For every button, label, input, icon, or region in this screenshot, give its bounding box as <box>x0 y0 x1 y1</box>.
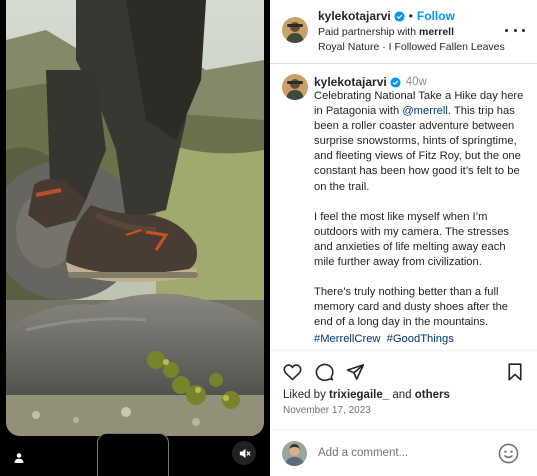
verified-badge-icon <box>390 76 401 88</box>
post-side-panel: kylekotajarvi • Follow Paid partnership … <box>270 0 537 476</box>
user-tag-icon <box>14 453 24 463</box>
mute-button[interactable] <box>232 441 256 465</box>
comment-button[interactable] <box>313 361 335 383</box>
device-frame-cutout <box>97 433 169 476</box>
audio-track[interactable]: Royal Nature · I Followed Fallen Leaves <box>318 41 505 53</box>
hashtag-list: #MerrellCrew #GoodThings <box>314 333 457 345</box>
smiley-icon <box>498 443 519 464</box>
author-username[interactable]: kylekotajarvi <box>318 9 391 23</box>
caption-section: kylekotajarvi 40w Celebrating National T… <box>270 65 537 355</box>
post-header: kylekotajarvi • Follow Paid partnership … <box>270 0 537 64</box>
bookmark-icon <box>508 363 522 381</box>
caption-author-avatar[interactable] <box>282 74 308 100</box>
author-avatar[interactable] <box>282 17 308 43</box>
header-author-line: kylekotajarvi • Follow <box>318 9 455 23</box>
like-button[interactable] <box>281 361 303 383</box>
comment-bubble-icon <box>315 363 334 381</box>
mention-link[interactable]: @merrell <box>402 105 448 117</box>
post-media[interactable] <box>0 0 270 476</box>
avatar-image <box>282 441 307 466</box>
caption-paragraph-1: Celebrating National Take a Hike day her… <box>314 90 524 193</box>
user-tag-button[interactable] <box>8 447 30 469</box>
heart-icon <box>283 364 301 381</box>
caption-header: kylekotajarvi 40w <box>314 75 427 89</box>
separator-dot: • <box>408 9 413 23</box>
liked-by-others-link[interactable]: others <box>415 389 450 401</box>
speaker-muted-icon <box>239 448 251 458</box>
comment-bar <box>270 429 537 476</box>
caption-paragraph-2: I feel the most like myself when I’m out… <box>314 210 510 268</box>
divider <box>270 350 537 351</box>
liked-by-user-link[interactable]: trixiegaile_ <box>329 389 389 401</box>
follow-button[interactable]: Follow <box>417 9 455 23</box>
more-options-button[interactable] <box>505 22 525 38</box>
paid-partnership-line: Paid partnership with merrell <box>318 26 454 38</box>
emoji-button[interactable] <box>498 443 519 464</box>
paid-partnership-label: Paid partnership with <box>318 26 417 38</box>
hashtag-link[interactable]: #GoodThings <box>387 333 454 345</box>
comment-input[interactable] <box>318 444 488 462</box>
avatar-image <box>282 17 308 43</box>
hashtag-link[interactable]: #MerrellCrew <box>314 333 381 345</box>
save-button[interactable] <box>504 361 526 383</box>
hiking-boot-photo <box>6 0 264 436</box>
avatar-image <box>282 74 308 100</box>
more-options-icon <box>505 28 508 32</box>
post-age[interactable]: 40w <box>406 76 427 88</box>
liked-by-summary: Liked by trixiegaile_ and others <box>283 389 450 401</box>
paper-plane-icon <box>346 364 364 380</box>
caption-username[interactable]: kylekotajarvi <box>314 75 387 89</box>
caption-paragraph-3: There’s truly nothing better than a full… <box>314 286 509 329</box>
post-date[interactable]: November 17, 2023 <box>283 405 371 416</box>
verified-badge-icon <box>394 10 405 22</box>
post-photo[interactable] <box>6 0 264 436</box>
share-button[interactable] <box>344 361 366 383</box>
current-user-avatar <box>282 441 307 466</box>
caption-text: Celebrating National Take a Hike day her… <box>314 89 529 345</box>
partner-link[interactable]: merrell <box>419 26 454 38</box>
